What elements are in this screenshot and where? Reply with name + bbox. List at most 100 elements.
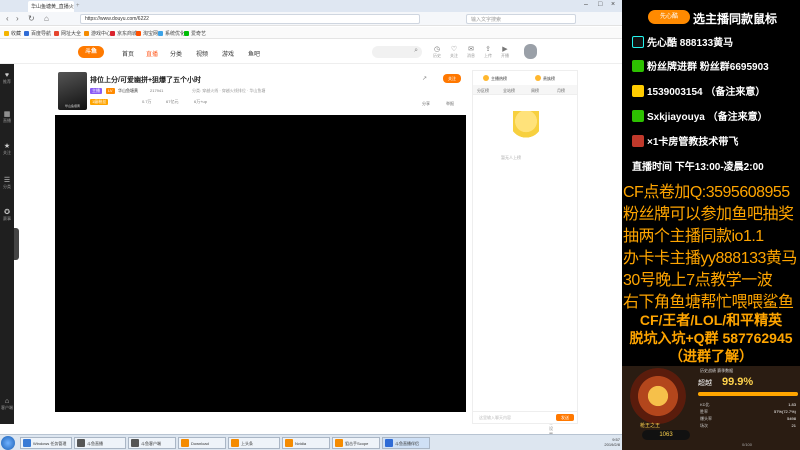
brand-badge: 先心酷: [648, 10, 690, 24]
taskbar-item[interactable]: Windows 任务管理: [20, 437, 72, 449]
overlay-headline: 选主播同款鼠标: [693, 12, 778, 26]
bookmark-item[interactable]: 游戏中心: [84, 30, 111, 37]
ad-line: 30号晚上7点教学一波: [623, 272, 773, 289]
wechat-icon: [632, 60, 644, 72]
tiktok-icon: [632, 36, 644, 48]
new-tab-button[interactable]: +: [76, 3, 80, 9]
coin-count: 1063: [642, 430, 690, 440]
browser-search-input[interactable]: 输入文字搜索: [466, 14, 576, 24]
taskbar-item[interactable]: 上头条: [228, 437, 280, 449]
ad-line: 办卡卡主播yy888133黄马: [623, 250, 797, 267]
sidebar-item-client[interactable]: ⌂ 客户端: [0, 398, 14, 411]
rank-title: 超越: [698, 380, 712, 387]
follow-icon[interactable]: ♡ 关注: [445, 45, 463, 59]
overlay-line: 先心酷 888133黄马: [632, 34, 733, 49]
player-toolbar: 弹幕设置: [55, 412, 553, 437]
rank-stat: 爆头率 5498: [700, 416, 796, 421]
site-search-input[interactable]: ⌕: [372, 46, 422, 58]
taskbar-item[interactable]: 狙击手Scope: [332, 437, 380, 449]
rank-tab[interactable]: 分区榜: [477, 88, 489, 94]
room-header: 华山鱼塘黄 排位上分/可爱幽拼+狙爆了五个小时 分类: 穿越火线 · 穿越火线排…: [54, 70, 466, 114]
chat-input[interactable]: 这里输入聊天内容 发送: [473, 411, 577, 423]
history-icon[interactable]: ◷ 历史: [428, 45, 446, 59]
room-title: 排位上分/可爱幽拼+狙爆了五个小时: [90, 77, 202, 84]
forward-icon[interactable]: ›: [16, 14, 19, 23]
bookmark-item[interactable]: 系统优化: [158, 30, 185, 37]
overlay-line: ×1卡房管教技术带飞: [632, 133, 738, 148]
cf-line: CF/王者/LOL/和平精英: [639, 312, 783, 328]
back-icon[interactable]: ‹: [6, 14, 9, 23]
site-header: 斗鱼 首页 直播 分类 视频 游戏 鱼吧 ⌕ ◷ 历史 ♡ 关注 ✉ 消息 ⇪ 上传 ▶…: [0, 40, 622, 64]
tab-anchor-rank[interactable]: 主播热榜: [483, 75, 507, 82]
tab-noble-rank[interactable]: 贵族榜: [535, 75, 555, 82]
tab-strip: 华山鱼塘黄_直播火拼团 + – □ ×: [0, 0, 622, 12]
bookmark-item[interactable]: 百度导航: [24, 30, 51, 37]
sidebar-item-category[interactable]: ☰ 分类: [0, 176, 14, 190]
rank-name: 枪王之王: [640, 423, 661, 429]
upload-icon[interactable]: ⇪ 上传: [479, 45, 497, 59]
anchor-name[interactable]: 华山鱼塘黄: [118, 88, 138, 94]
nav-yuba[interactable]: 鱼吧: [248, 49, 260, 58]
taskbar-item[interactable]: 斗鱼直播: [74, 437, 126, 449]
bookmark-item[interactable]: 收藏: [4, 30, 21, 37]
mascot-illustration: [513, 111, 539, 145]
start-button[interactable]: [1, 436, 15, 450]
fan-level-chip[interactable]: 1级粉丝: [90, 99, 109, 105]
browser-tab[interactable]: 华山鱼塘黄_直播火拼团: [28, 1, 74, 12]
ad-line: 抽两个主播同款io1.1: [623, 228, 764, 245]
nav-game[interactable]: 游戏: [222, 49, 234, 58]
follow-button[interactable]: 关注: [443, 74, 461, 83]
report-link[interactable]: 举报: [446, 101, 454, 107]
rank-tab[interactable]: 周榜: [531, 88, 539, 94]
nav-home[interactable]: 首页: [122, 49, 134, 58]
bookmark-item[interactable]: 淘宝网: [136, 30, 158, 37]
rank-panel-tabs: 历史战绩 赛季数据: [700, 368, 734, 373]
refresh-icon[interactable]: ↻: [28, 14, 35, 23]
sidebar-item-recommend[interactable]: ♥ 推荐: [0, 72, 14, 85]
rank-tab[interactable]: 月榜: [557, 88, 565, 94]
right-panel: 主播热榜 贵族榜 分区榜 全站榜 周榜 月榜 暂无人上榜 这里输入聊天内容 发送: [472, 70, 578, 424]
bookmark-item[interactable]: 京东商城: [110, 30, 137, 37]
rank-stat: 胜率 57%(72.7%): [700, 409, 796, 414]
anchor-avatar[interactable]: 华山鱼塘黄: [58, 72, 87, 110]
room-stat: 0.7万: [142, 99, 152, 104]
bookmark-item[interactable]: 爱奇艺: [184, 30, 206, 37]
home-icon[interactable]: ⌂: [44, 14, 49, 23]
send-button[interactable]: 发送: [556, 414, 574, 421]
room-stat: 6万+up: [194, 99, 208, 104]
share-link[interactable]: 分享: [422, 101, 430, 107]
minimize-icon[interactable]: –: [584, 1, 588, 8]
nav-category[interactable]: 分类: [170, 49, 182, 58]
rank-tabs: 分区榜 全站榜 周榜 月榜: [473, 85, 577, 95]
rank-tab[interactable]: 全站榜: [503, 88, 515, 94]
overlay-line: 1539003154 （备注来意）: [632, 83, 765, 98]
rank-progress-fill: [698, 392, 798, 396]
close-icon[interactable]: ×: [611, 1, 615, 8]
maximize-icon[interactable]: □: [598, 1, 602, 8]
site-logo[interactable]: 斗鱼: [78, 46, 104, 58]
sidebar-collapse-handle[interactable]: [14, 228, 19, 260]
nav-live[interactable]: 直播: [146, 49, 158, 58]
avatar[interactable]: [524, 44, 537, 59]
sidebar-item-follow[interactable]: ★ 关注: [0, 142, 14, 156]
left-sidebar: ♥ 推荐 ▦ 直播 ★ 关注 ☰ 分类 ✪ 赛事 ⌂ 客户端: [0, 64, 14, 424]
stream-overlay: 先心酷 选主播同款鼠标 先心酷 888133黄马 粉丝牌进群 粉丝群669590…: [622, 0, 800, 450]
sidebar-item-match[interactable]: ✪ 赛事: [0, 208, 14, 222]
live-icon[interactable]: ▶ 开播: [496, 45, 514, 59]
taskbar-item[interactable]: Nvidia: [282, 437, 330, 449]
taskbar-item[interactable]: 斗鱼客户端: [128, 437, 176, 449]
share-icon[interactable]: ↗: [422, 75, 427, 82]
sidebar-item-live[interactable]: ▦ 直播: [0, 110, 14, 124]
system-clock[interactable]: 9:57 2019/2/8: [604, 437, 620, 447]
search-icon[interactable]: ⌕: [414, 47, 418, 55]
url-input[interactable]: https://www.douyu.com/6222: [80, 14, 420, 24]
bookmark-item[interactable]: 网址大全: [54, 30, 81, 37]
nav-video[interactable]: 视频: [196, 49, 208, 58]
ad-line: 右下角鱼塘帮忙喂喂鲨鱼: [623, 294, 794, 311]
rank-stat: 场次 21: [700, 423, 796, 428]
message-icon[interactable]: ✉ 消息: [462, 45, 480, 59]
taskbar-item[interactable]: 斗鱼直播伴侣: [382, 437, 430, 449]
video-player[interactable]: [55, 115, 466, 412]
rank-emblem-icon: [630, 368, 686, 424]
taskbar-item[interactable]: Download: [178, 437, 226, 449]
